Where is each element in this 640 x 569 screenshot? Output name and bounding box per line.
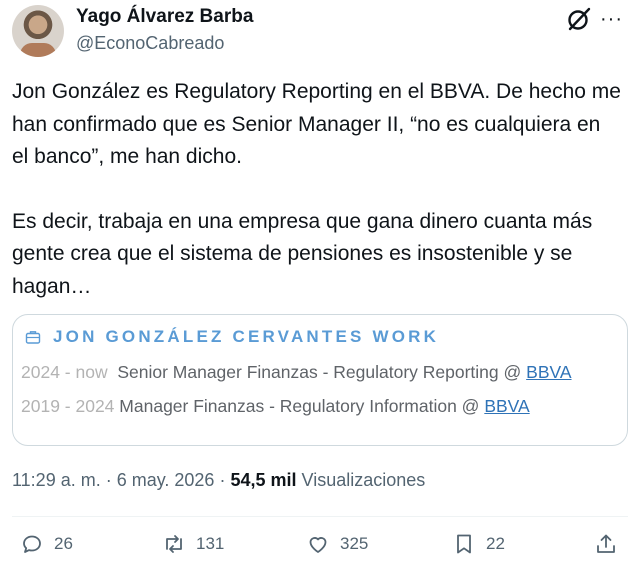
heart-icon — [309, 537, 327, 553]
repost-button[interactable]: 131 — [162, 532, 224, 556]
reply-button[interactable]: 26 — [20, 532, 73, 556]
image-card[interactable]: JON GONZÁLEZ CERVANTES WORK 2024 - now S… — [12, 314, 628, 446]
tweet-meta: 11:29 a. m. · 6 may. 2026 · 54,5 mil Vis… — [12, 470, 425, 491]
meta-separator: · — [214, 470, 231, 490]
author-handle[interactable]: @EconoCabreado — [76, 33, 224, 54]
author-avatar[interactable] — [12, 5, 64, 57]
reply-count: 26 — [54, 534, 73, 553]
like-button[interactable]: 325 — [306, 532, 368, 556]
job-years: 2024 - now — [21, 362, 108, 382]
briefcase-icon — [25, 331, 41, 344]
action-bar: 26 131 325 22 — [0, 532, 640, 566]
reply-icon — [23, 535, 41, 553]
tweet-paragraph: Jon González es Regulatory Reporting en … — [12, 80, 621, 168]
divider — [12, 516, 628, 517]
grok-icon[interactable] — [566, 6, 592, 32]
repost-count: 131 — [196, 534, 225, 553]
bookmark-button[interactable]: 22 — [452, 532, 505, 556]
tweet-date[interactable]: 6 may. 2026 — [117, 470, 215, 490]
bookmark-icon — [457, 534, 471, 554]
tweet-paragraph: Es decir, trabaja en una empresa que gan… — [12, 209, 593, 298]
job-role: Manager Finanzas - Regulatory Informatio… — [119, 396, 485, 416]
job-entry: 2024 - now Senior Manager Finanzas - Reg… — [21, 362, 572, 383]
job-role: Senior Manager Finanzas - Regulatory Rep… — [117, 362, 527, 382]
job-entry: 2019 - 2024 Manager Finanzas - Regulator… — [21, 396, 530, 417]
views-count: 54,5 mil — [230, 470, 297, 490]
share-button[interactable] — [594, 532, 628, 556]
meta-separator: · — [100, 470, 117, 490]
card-title: JON GONZÁLEZ CERVANTES WORK — [53, 327, 440, 346]
more-icon[interactable]: ··· — [600, 8, 626, 30]
author-name[interactable]: Yago Álvarez Barba — [76, 6, 253, 28]
like-count: 325 — [340, 534, 369, 553]
tweet-time[interactable]: 11:29 a. m. — [12, 470, 101, 490]
bookmark-count: 22 — [486, 534, 505, 553]
views-label: Visualizaciones — [301, 470, 426, 490]
tweet-text: Jon González es Regulatory Reporting en … — [12, 76, 622, 303]
card-title-row: JON GONZÁLEZ CERVANTES WORK — [25, 327, 439, 347]
job-company-link[interactable]: BBVA — [526, 362, 571, 382]
repost-icon — [166, 535, 182, 553]
job-years: 2019 - 2024 — [21, 396, 115, 416]
job-company-link[interactable]: BBVA — [484, 396, 529, 416]
avatar-shirt — [20, 43, 56, 57]
share-icon — [597, 534, 615, 553]
